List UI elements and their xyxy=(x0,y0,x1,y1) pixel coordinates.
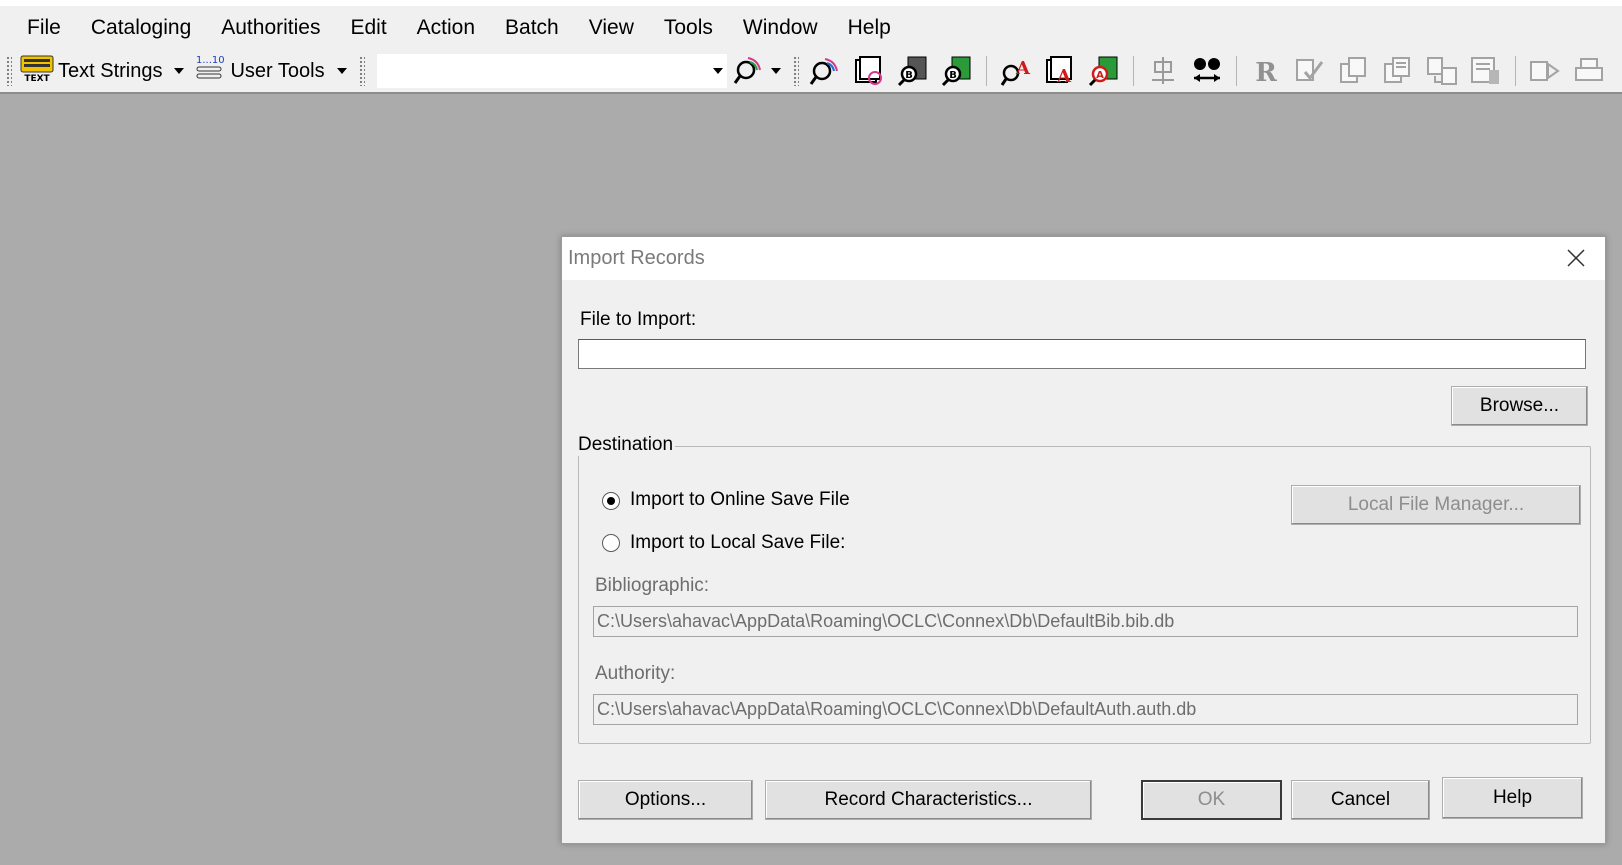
export-icon xyxy=(1529,61,1560,81)
menu-tools[interactable]: Tools xyxy=(649,10,728,46)
authority-path-field[interactable]: C:\Users\ahavac\AppData\Roaming\OCLC\Con… xyxy=(593,694,1578,725)
print-button[interactable] xyxy=(1571,53,1607,89)
cancel-button[interactable]: Cancel xyxy=(1291,780,1430,820)
copy-record-icon xyxy=(1339,57,1366,83)
menu-file[interactable]: File xyxy=(12,10,76,46)
validate-button[interactable] xyxy=(1292,53,1328,89)
menu-batch[interactable]: Batch xyxy=(490,10,574,46)
reformat-r-icon: R xyxy=(1255,58,1277,88)
previous-record-icon xyxy=(1151,57,1174,84)
compare-records-icon xyxy=(1193,58,1220,82)
dialog-titlebar[interactable]: Import Records xyxy=(562,237,1605,280)
browse-button-toolbar[interactable] xyxy=(851,53,887,89)
authority-label: Authority: xyxy=(595,663,676,684)
search-button[interactable] xyxy=(731,53,767,89)
search-icon xyxy=(733,57,761,84)
local-file-manager-button[interactable]: Local File Manager... xyxy=(1291,485,1581,525)
user-tools-label: User Tools xyxy=(230,59,325,82)
toolbar: TEXT Text Strings 1...10 User Tools B B xyxy=(0,50,1622,94)
reformat-button[interactable]: R xyxy=(1248,53,1284,89)
close-icon xyxy=(1567,249,1585,267)
browse-button[interactable]: Browse... xyxy=(1451,386,1588,426)
toolbar-combo-box[interactable] xyxy=(376,54,727,88)
destination-legend: Destination xyxy=(576,434,676,456)
text-strings-button[interactable]: TEXT Text Strings xyxy=(16,53,166,89)
bibliographic-label: Bibliographic: xyxy=(595,575,710,596)
user-tools-button[interactable]: 1...10 User Tools xyxy=(190,53,328,89)
paste-record-button[interactable] xyxy=(1380,53,1416,89)
authority-search-button[interactable]: A xyxy=(998,53,1034,89)
authority-browse-button[interactable]: A xyxy=(1042,53,1078,89)
bibliographic-browse-icon: B xyxy=(941,56,971,87)
toolbar-grip[interactable] xyxy=(6,56,12,86)
constant-data-icon xyxy=(1470,57,1499,84)
authority-keyword-button[interactable]: A xyxy=(1086,53,1122,89)
toolbar-separator xyxy=(985,56,987,86)
import-records-dialog: Import Records File to Import: Browse...… xyxy=(561,236,1606,844)
constant-data-button[interactable] xyxy=(1468,53,1504,89)
bibliographic-path-field[interactable]: C:\Users\ahavac\AppData\Roaming\OCLC\Con… xyxy=(593,606,1578,637)
svg-text:A: A xyxy=(1015,58,1031,79)
toolbar-separator xyxy=(1514,56,1516,86)
radio-import-online-label[interactable]: Import to Online Save File xyxy=(630,489,850,511)
menu-action[interactable]: Action xyxy=(402,10,490,46)
help-button[interactable]: Help xyxy=(1442,777,1583,819)
toolbar-grip-2[interactable] xyxy=(358,56,365,86)
close-button[interactable] xyxy=(1561,243,1591,273)
search-worldcat-icon xyxy=(809,58,838,85)
svg-text:R: R xyxy=(1255,58,1277,88)
paste-record-icon xyxy=(1383,57,1410,83)
dialog-title: Import Records xyxy=(568,247,705,269)
next-record-button[interactable] xyxy=(1189,53,1225,89)
authority-keyword-icon: A xyxy=(1088,56,1118,87)
menu-view[interactable]: View xyxy=(574,10,649,46)
svg-text:A: A xyxy=(1056,66,1072,87)
derive-record-button[interactable] xyxy=(1424,53,1460,89)
menu-bar: File Cataloging Authorities Edit Action … xyxy=(0,6,1622,50)
authority-browse-icon: A xyxy=(1045,56,1072,87)
user-tools-icon: 1...10 xyxy=(194,53,226,89)
search-dropdown-arrow[interactable] xyxy=(770,68,781,74)
toolbar-grip-3[interactable] xyxy=(792,56,799,86)
svg-text:TEXT: TEXT xyxy=(24,74,50,82)
bibliographic-browse-button[interactable]: B xyxy=(939,53,975,89)
text-strings-icon: TEXT xyxy=(20,54,54,88)
previous-record-button[interactable] xyxy=(1145,53,1181,89)
toolbar-separator xyxy=(1235,56,1237,86)
file-to-import-label: File to Import: xyxy=(580,309,697,330)
svg-text:1...10: 1...10 xyxy=(196,55,225,66)
menu-help[interactable]: Help xyxy=(833,10,906,46)
user-tools-dropdown-arrow[interactable] xyxy=(336,68,347,74)
svg-text:B: B xyxy=(905,70,913,81)
menu-window[interactable]: Window xyxy=(728,10,833,46)
record-characteristics-button[interactable]: Record Characteristics... xyxy=(765,780,1092,820)
authority-search-icon: A xyxy=(1000,58,1031,86)
bibliographic-search-button[interactable]: B xyxy=(895,53,931,89)
toolbar-separator xyxy=(1132,56,1134,86)
combo-dropdown-arrow[interactable] xyxy=(712,68,723,74)
menu-authorities[interactable]: Authorities xyxy=(206,10,335,46)
svg-text:B: B xyxy=(949,70,957,81)
text-strings-label: Text Strings xyxy=(58,59,163,82)
options-button[interactable]: Options... xyxy=(578,780,753,820)
derive-record-icon xyxy=(1426,57,1457,85)
ok-button[interactable]: OK xyxy=(1141,780,1282,820)
search-worldcat-button[interactable] xyxy=(807,53,843,89)
export-button[interactable] xyxy=(1527,53,1563,89)
bibliographic-search-icon: B xyxy=(897,56,927,87)
copy-record-button[interactable] xyxy=(1336,53,1372,89)
menu-edit[interactable]: Edit xyxy=(335,10,401,46)
menu-cataloging[interactable]: Cataloging xyxy=(76,10,206,46)
text-strings-dropdown-arrow[interactable] xyxy=(174,68,185,74)
svg-text:A: A xyxy=(1096,70,1104,81)
radio-import-online[interactable] xyxy=(602,492,620,510)
print-icon xyxy=(1574,58,1603,81)
browse-stack-icon xyxy=(854,56,882,85)
radio-import-local-label[interactable]: Import to Local Save File: xyxy=(630,532,845,554)
validate-check-icon xyxy=(1295,59,1323,81)
file-to-import-input[interactable] xyxy=(578,339,1586,369)
radio-import-local[interactable] xyxy=(602,534,620,552)
